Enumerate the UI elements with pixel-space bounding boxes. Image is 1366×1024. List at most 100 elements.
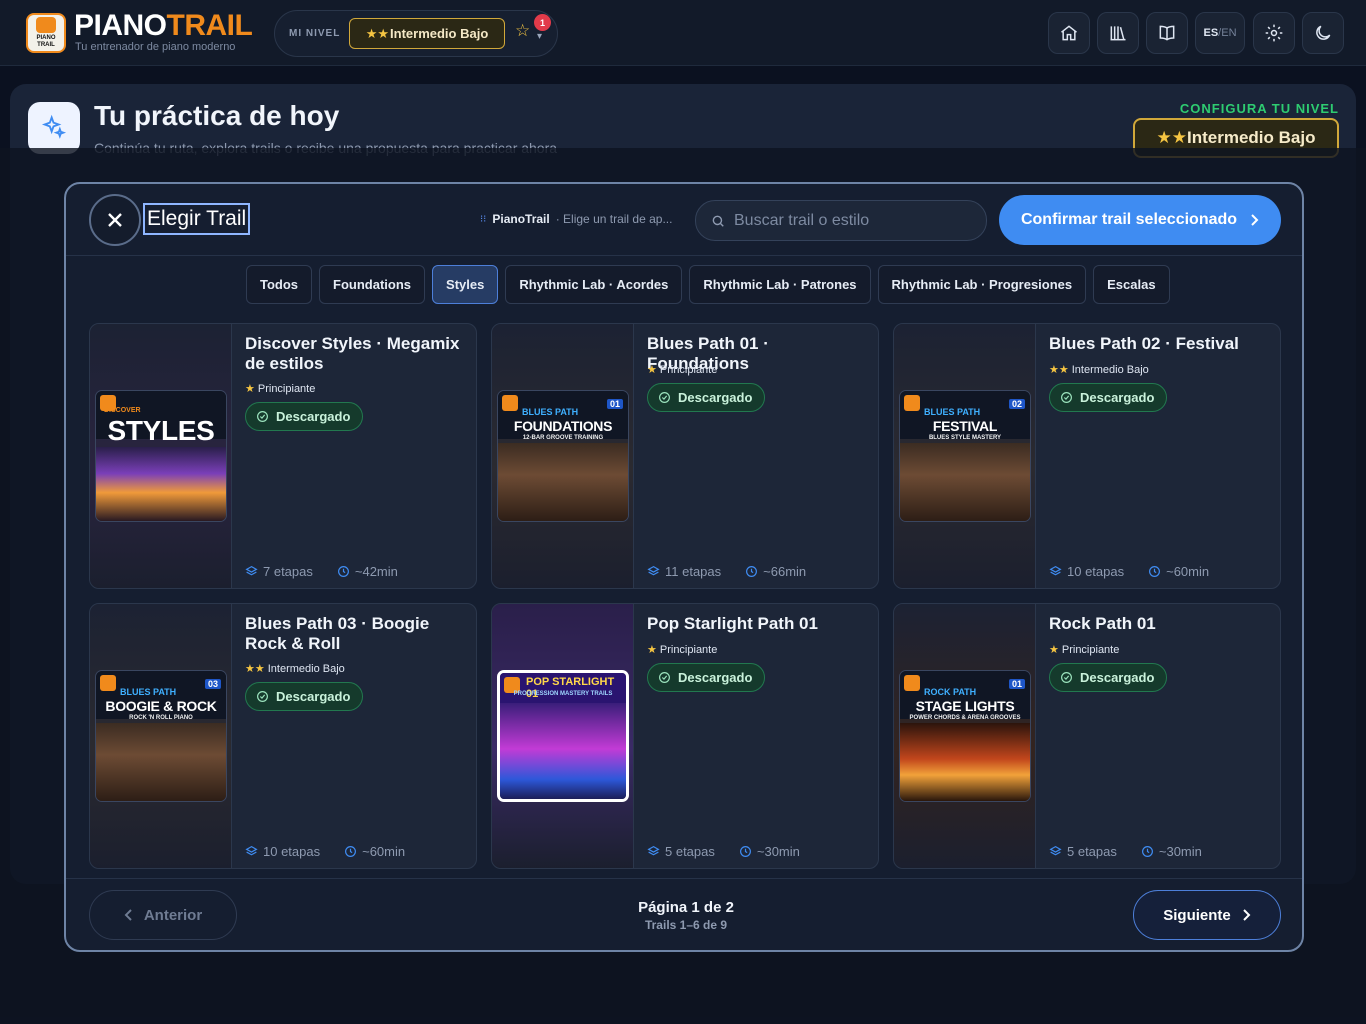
trail-meta: 11 etapas ~66min — [647, 564, 806, 579]
trail-level: ★ Principiante — [647, 363, 717, 377]
confirm-trail-button[interactable]: Confirmar trail seleccionado — [999, 195, 1281, 245]
card-thumbnail-column: 01 BLUES PATH FOUNDATIONS 12-BAR GROOVE … — [492, 324, 634, 588]
lang-other: EN — [1221, 27, 1237, 39]
notification-badge: 1 — [534, 14, 551, 31]
chevron-down-icon[interactable]: ▾ — [537, 31, 542, 42]
cover-number: 03 — [204, 679, 221, 689]
app-logo-icon[interactable]: PIANO TRAIL — [26, 13, 66, 53]
status-badge: Descargado — [647, 383, 766, 412]
cover-line-3: 12-BAR GROOVE TRAINING — [522, 435, 604, 441]
language-toggle[interactable]: ES / EN — [1195, 12, 1245, 54]
level-stars: ★★ — [245, 663, 265, 675]
card-thumbnail-column: 01 ROCK PATH STAGE LIGHTS POWER CHORDS &… — [894, 604, 1036, 868]
pagination-info: Página 1 de 2 Trails 1–6 de 9 — [586, 899, 786, 932]
theme-toggle-button[interactable] — [1302, 12, 1344, 54]
check-circle-icon — [257, 691, 268, 702]
trail-card[interactable]: 03 BLUES PATH BOOGIE & ROCK ROCK 'N ROLL… — [89, 603, 477, 869]
next-page-button[interactable]: Siguiente — [1133, 890, 1281, 940]
tab-styles[interactable]: Styles — [432, 265, 499, 304]
trail-title: Blues Path 02 · Festival — [1049, 334, 1239, 353]
next-label: Siguiente — [1163, 906, 1231, 924]
layers-icon — [647, 565, 660, 576]
brand-name: PIANOTRAIL — [74, 9, 253, 42]
trail-title: Rock Path 01 — [1049, 614, 1156, 633]
cover-line-3: PROGRESSION MASTERY TRAILS — [513, 691, 613, 697]
status-text: Descargado — [678, 670, 753, 685]
layers-icon — [1049, 845, 1062, 856]
status-text: Descargado — [1080, 390, 1155, 405]
cover-artwork — [900, 723, 1030, 801]
level-selector: MI NIVEL ★★ Intermedio Bajo ☆ 1 ▾ — [274, 10, 558, 57]
clock-icon — [746, 566, 758, 577]
search-box[interactable] — [695, 200, 987, 241]
duration: ~30min — [756, 844, 800, 859]
previous-page-button[interactable]: Anterior — [89, 890, 237, 940]
cover-line-2: STAGE LIGHTS — [915, 698, 1015, 714]
level-text: Intermedio Bajo — [1071, 363, 1149, 376]
tab-rhythmic-progresiones[interactable]: Rhythmic Lab · Progresiones — [877, 265, 1087, 304]
tab-foundations[interactable]: Foundations — [319, 265, 426, 304]
trail-level: ★★ Intermedio Bajo — [245, 662, 345, 676]
status-text: Descargado — [276, 689, 351, 704]
trail-level: ★ Principiante — [245, 382, 315, 396]
top-header: PIANO TRAIL PIANOTRAIL Tu entrenador de … — [0, 0, 1366, 66]
breadcrumb-app: PianoTrail — [492, 212, 550, 226]
tab-escalas[interactable]: Escalas — [1093, 265, 1170, 304]
cover-line-2: FESTIVAL — [932, 418, 998, 434]
trail-card[interactable]: 01 BLUES PATH FOUNDATIONS 12-BAR GROOVE … — [491, 323, 879, 589]
card-thumbnail-column: 02 BLUES PATH FESTIVAL BLUES STYLE MASTE… — [894, 324, 1036, 588]
trail-card[interactable]: 01 ROCK PATH STAGE LIGHTS POWER CHORDS &… — [893, 603, 1281, 869]
brand-name-piano: PIANO — [74, 9, 167, 42]
cover-line-2: BOOGIE & ROCK — [105, 698, 217, 714]
status-text: Descargado — [678, 390, 753, 405]
category-tabs: Todos Foundations Styles Rhythmic Lab · … — [246, 265, 1170, 304]
tab-rhythmic-patrones[interactable]: Rhythmic Lab · Patrones — [689, 265, 871, 304]
modal-header: Elegir Trail ⁝⁝ PianoTrail · Elige un tr… — [66, 184, 1302, 256]
library-button[interactable] — [1097, 12, 1139, 54]
trail-meta: 7 etapas ~42min — [245, 564, 398, 579]
cover-line-3: POWER CHORDS & ARENA GROOVES — [909, 715, 1021, 721]
config-level-value: Intermedio Bajo — [1187, 128, 1316, 147]
level-stars: ★ — [647, 644, 657, 656]
level-label: MI NIVEL — [289, 28, 341, 39]
cover-logo-icon — [904, 675, 920, 691]
chevron-right-icon — [1243, 909, 1251, 921]
breadcrumb-text: · Elige un trail de ap... — [555, 212, 673, 226]
home-button[interactable] — [1048, 12, 1090, 54]
chevron-left-icon — [124, 909, 132, 921]
stage-count: 7 etapas — [263, 564, 313, 579]
search-input[interactable] — [734, 211, 974, 230]
modal-title: Elegir Trail — [142, 203, 251, 235]
check-circle-icon — [1061, 392, 1072, 403]
close-button[interactable] — [89, 194, 141, 246]
level-chip[interactable]: ★★ Intermedio Bajo — [349, 18, 505, 49]
breadcrumb: ⁝⁝ PianoTrail · Elige un trail de ap... — [480, 212, 672, 226]
trail-card[interactable]: DISCOVER STYLES Discover Styles · Megami… — [89, 323, 477, 589]
duration: ~42min — [354, 564, 398, 579]
trail-level: ★ Principiante — [647, 643, 717, 657]
cover-line-1: DISCOVER — [104, 407, 141, 414]
status-badge: Descargado — [245, 402, 364, 431]
layers-icon — [245, 565, 258, 576]
cover-line-1: BLUES PATH — [120, 687, 177, 697]
tab-rhythmic-acordes[interactable]: Rhythmic Lab · Acordes — [505, 265, 683, 304]
trail-card[interactable]: 02 BLUES PATH FESTIVAL BLUES STYLE MASTE… — [893, 323, 1281, 589]
previous-label: Anterior — [143, 906, 203, 924]
search-icon — [712, 215, 724, 227]
layers-icon — [1049, 565, 1062, 576]
card-thumbnail-column: POP STARLIGHT 01 PROGRESSION MASTERY TRA… — [492, 604, 634, 868]
trail-card[interactable]: POP STARLIGHT 01 PROGRESSION MASTERY TRA… — [491, 603, 879, 869]
tab-todos[interactable]: Todos — [246, 265, 313, 304]
sparkle-icon — [28, 102, 80, 154]
trail-meta: 5 etapas ~30min — [1049, 844, 1202, 859]
cover-line-2: STYLES — [107, 415, 215, 446]
brand-name-trail: TRAIL — [166, 9, 253, 42]
page-label: Página 1 de 2 — [638, 899, 734, 916]
moon-icon — [1316, 25, 1331, 40]
settings-button[interactable] — [1253, 12, 1295, 54]
cover-artwork — [500, 703, 626, 799]
trail-cover-image: 03 BLUES PATH BOOGIE & ROCK ROCK 'N ROLL… — [95, 670, 227, 802]
book-button[interactable] — [1146, 12, 1188, 54]
cover-number: 02 — [1008, 399, 1025, 409]
status-badge: Descargado — [245, 682, 364, 711]
